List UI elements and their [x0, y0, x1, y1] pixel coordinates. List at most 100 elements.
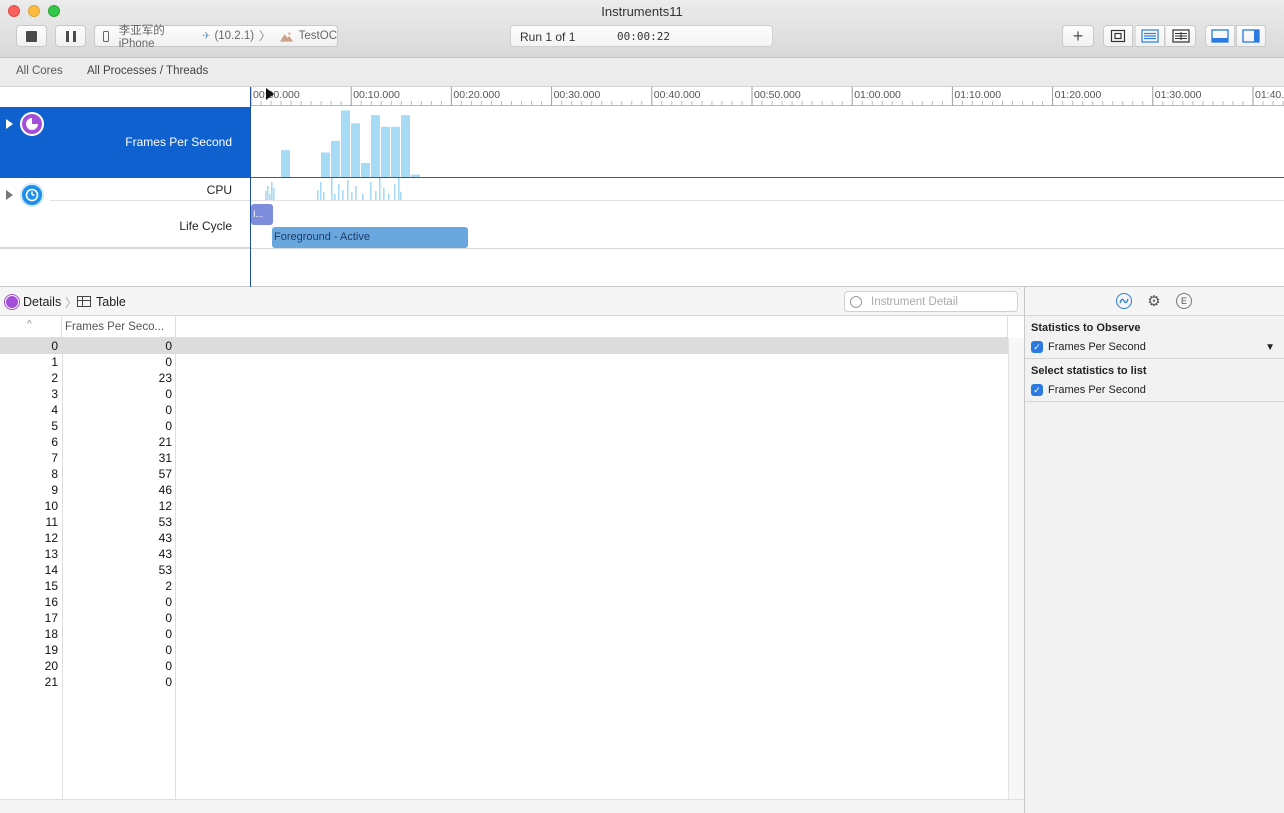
- table-row[interactable]: 21 0: [0, 674, 1008, 690]
- table-row[interactable]: 11 53: [0, 514, 1008, 530]
- list-fps-label: Frames Per Second: [1048, 384, 1146, 396]
- disclosure-triangle-icon[interactable]: [6, 119, 13, 129]
- horizontal-scrollbar[interactable]: [0, 799, 1024, 813]
- table-row[interactable]: 18 0: [0, 626, 1008, 642]
- observe-fps-checkbox-row[interactable]: ✓ Frames Per Second: [1031, 341, 1146, 353]
- breadcrumb-details[interactable]: Details: [23, 295, 61, 309]
- table-row[interactable]: 12 43: [0, 530, 1008, 546]
- empty-column-header: [176, 316, 1008, 338]
- table-row[interactable]: 17 0: [0, 610, 1008, 626]
- table-row[interactable]: 19 0: [0, 642, 1008, 658]
- time-ruler[interactable]: 00:00.000 00:10.000 00:20.000 00:30.000 00:4…: [250, 87, 1284, 106]
- row-index: 20: [44, 659, 58, 673]
- dropdown-arrow-icon[interactable]: ▼: [1265, 342, 1275, 353]
- row-index: 15: [44, 579, 58, 593]
- cpu-spike: [273, 188, 275, 200]
- record-settings-tab-icon[interactable]: [1116, 293, 1132, 309]
- pause-icon: [65, 30, 76, 42]
- row-index: 21: [44, 675, 58, 689]
- window-title: Instruments11: [601, 4, 683, 19]
- pause-recording-button[interactable]: [55, 25, 86, 47]
- chevron-right-icon: 〉: [259, 31, 271, 43]
- row-fps-value: 0: [165, 387, 172, 401]
- gear-icon[interactable]: ⚙: [1146, 293, 1162, 310]
- table-row[interactable]: 15 2: [0, 578, 1008, 594]
- extended-detail-icon[interactable]: E: [1176, 293, 1192, 309]
- table-row[interactable]: 10 12: [0, 498, 1008, 514]
- statistics-to-observe-section: Statistics to Observe ✓ Frames Per Secon…: [1025, 316, 1284, 359]
- instrument-detail-search[interactable]: [844, 291, 1018, 312]
- device-status-icon: ✈: [202, 30, 211, 42]
- playhead-icon[interactable]: [266, 88, 274, 100]
- ruler-tick-label: 01:10.000: [954, 89, 1002, 101]
- track-separator: [50, 200, 250, 201]
- instrument-detail-input[interactable]: [871, 294, 1011, 309]
- row-fps-value: 0: [165, 419, 172, 433]
- row-index: 10: [44, 499, 58, 513]
- row-fps-value: 53: [158, 515, 172, 529]
- row-fps-value: 0: [165, 355, 172, 369]
- list-fps-checkbox-row[interactable]: ✓ Frames Per Second: [1031, 384, 1146, 396]
- table-row[interactable]: 2 23: [0, 370, 1008, 386]
- fps-bar: [381, 126, 390, 177]
- cpu-spike: [342, 190, 344, 200]
- record-settings-button[interactable]: [1103, 25, 1133, 47]
- disclosure-triangle-icon[interactable]: [6, 190, 13, 200]
- table-row[interactable]: 00: [0, 338, 1008, 354]
- table-row[interactable]: 50: [0, 418, 1008, 434]
- app-name: TestOC: [298, 30, 337, 42]
- fps-instrument-icon: [5, 295, 19, 309]
- add-instrument-button[interactable]: +: [1062, 25, 1094, 47]
- table-row[interactable]: 40: [0, 402, 1008, 418]
- right-panel-icon: [1242, 29, 1260, 43]
- cpu-spike: [265, 191, 267, 200]
- table-row[interactable]: 7 31: [0, 450, 1008, 466]
- table-row[interactable]: 20 0: [0, 658, 1008, 674]
- ruler-tick-label: 00:00.000: [253, 89, 300, 101]
- vertical-scrollbar[interactable]: [1008, 338, 1024, 799]
- empty-track-area: [0, 249, 1284, 287]
- life-cycle-foreground-segment[interactable]: Foreground - Active: [272, 227, 468, 248]
- cpu-spike: [355, 186, 357, 200]
- table-row[interactable]: 13 43: [0, 546, 1008, 562]
- list-view-button[interactable]: [1135, 25, 1165, 47]
- toolbar: Instruments11 李亚军的 iPhone ✈ (10.2.1) 〉 T…: [0, 0, 1284, 58]
- cpu-spike: [347, 180, 349, 200]
- row-fps-value: 0: [165, 339, 172, 353]
- row-fps-value: 43: [158, 547, 172, 561]
- fps-bar: [351, 123, 360, 177]
- ruler-tick-label: 01:30.000: [1154, 89, 1202, 101]
- index-column-header[interactable]: ^: [0, 316, 62, 338]
- inspector-tabs: ⚙ E: [1025, 287, 1284, 316]
- grid-view-button[interactable]: [1166, 25, 1196, 47]
- table-row[interactable]: 8 57: [0, 466, 1008, 482]
- table-row[interactable]: 16 0: [0, 594, 1008, 610]
- checkbox-checked-icon[interactable]: ✓: [1031, 384, 1043, 396]
- run-label: Run 1 of 1: [520, 30, 576, 44]
- table-row[interactable]: 9 46: [0, 482, 1008, 498]
- run-status-display[interactable]: Run 1 of 1 00:00:22: [510, 25, 773, 47]
- target-device-selector[interactable]: 李亚军的 iPhone ✈ (10.2.1) 〉 TestOC: [94, 25, 338, 50]
- stop-recording-button[interactable]: [16, 25, 47, 47]
- grid-view-icon: [1171, 29, 1190, 43]
- row-fps-value: 21: [158, 435, 172, 449]
- ruler-tick-label: 01:20.000: [1054, 89, 1102, 101]
- cpu-spike: [370, 182, 372, 200]
- checkbox-checked-icon[interactable]: ✓: [1031, 341, 1043, 353]
- toggle-detail-area-button[interactable]: [1205, 25, 1235, 47]
- life-cycle-launching-segment[interactable]: I...: [251, 204, 273, 225]
- all-processes-button[interactable]: All Processes / Threads: [87, 65, 208, 77]
- fps-column-header[interactable]: Frames Per Seco...: [62, 316, 176, 338]
- table-row[interactable]: 14 53: [0, 562, 1008, 578]
- cpu-spike: [394, 184, 396, 200]
- toggle-inspector-button[interactable]: [1236, 25, 1266, 47]
- cpu-spike: [351, 192, 353, 200]
- table-row[interactable]: 6 21: [0, 434, 1008, 450]
- all-cores-button[interactable]: All Cores: [16, 65, 63, 77]
- row-fps-value: 0: [165, 403, 172, 417]
- table-row[interactable]: 10: [0, 354, 1008, 370]
- column-divider: [175, 338, 176, 799]
- device-name: 李亚军的 iPhone: [118, 25, 165, 50]
- table-row[interactable]: 30: [0, 386, 1008, 402]
- breadcrumb-table[interactable]: Table: [96, 295, 126, 309]
